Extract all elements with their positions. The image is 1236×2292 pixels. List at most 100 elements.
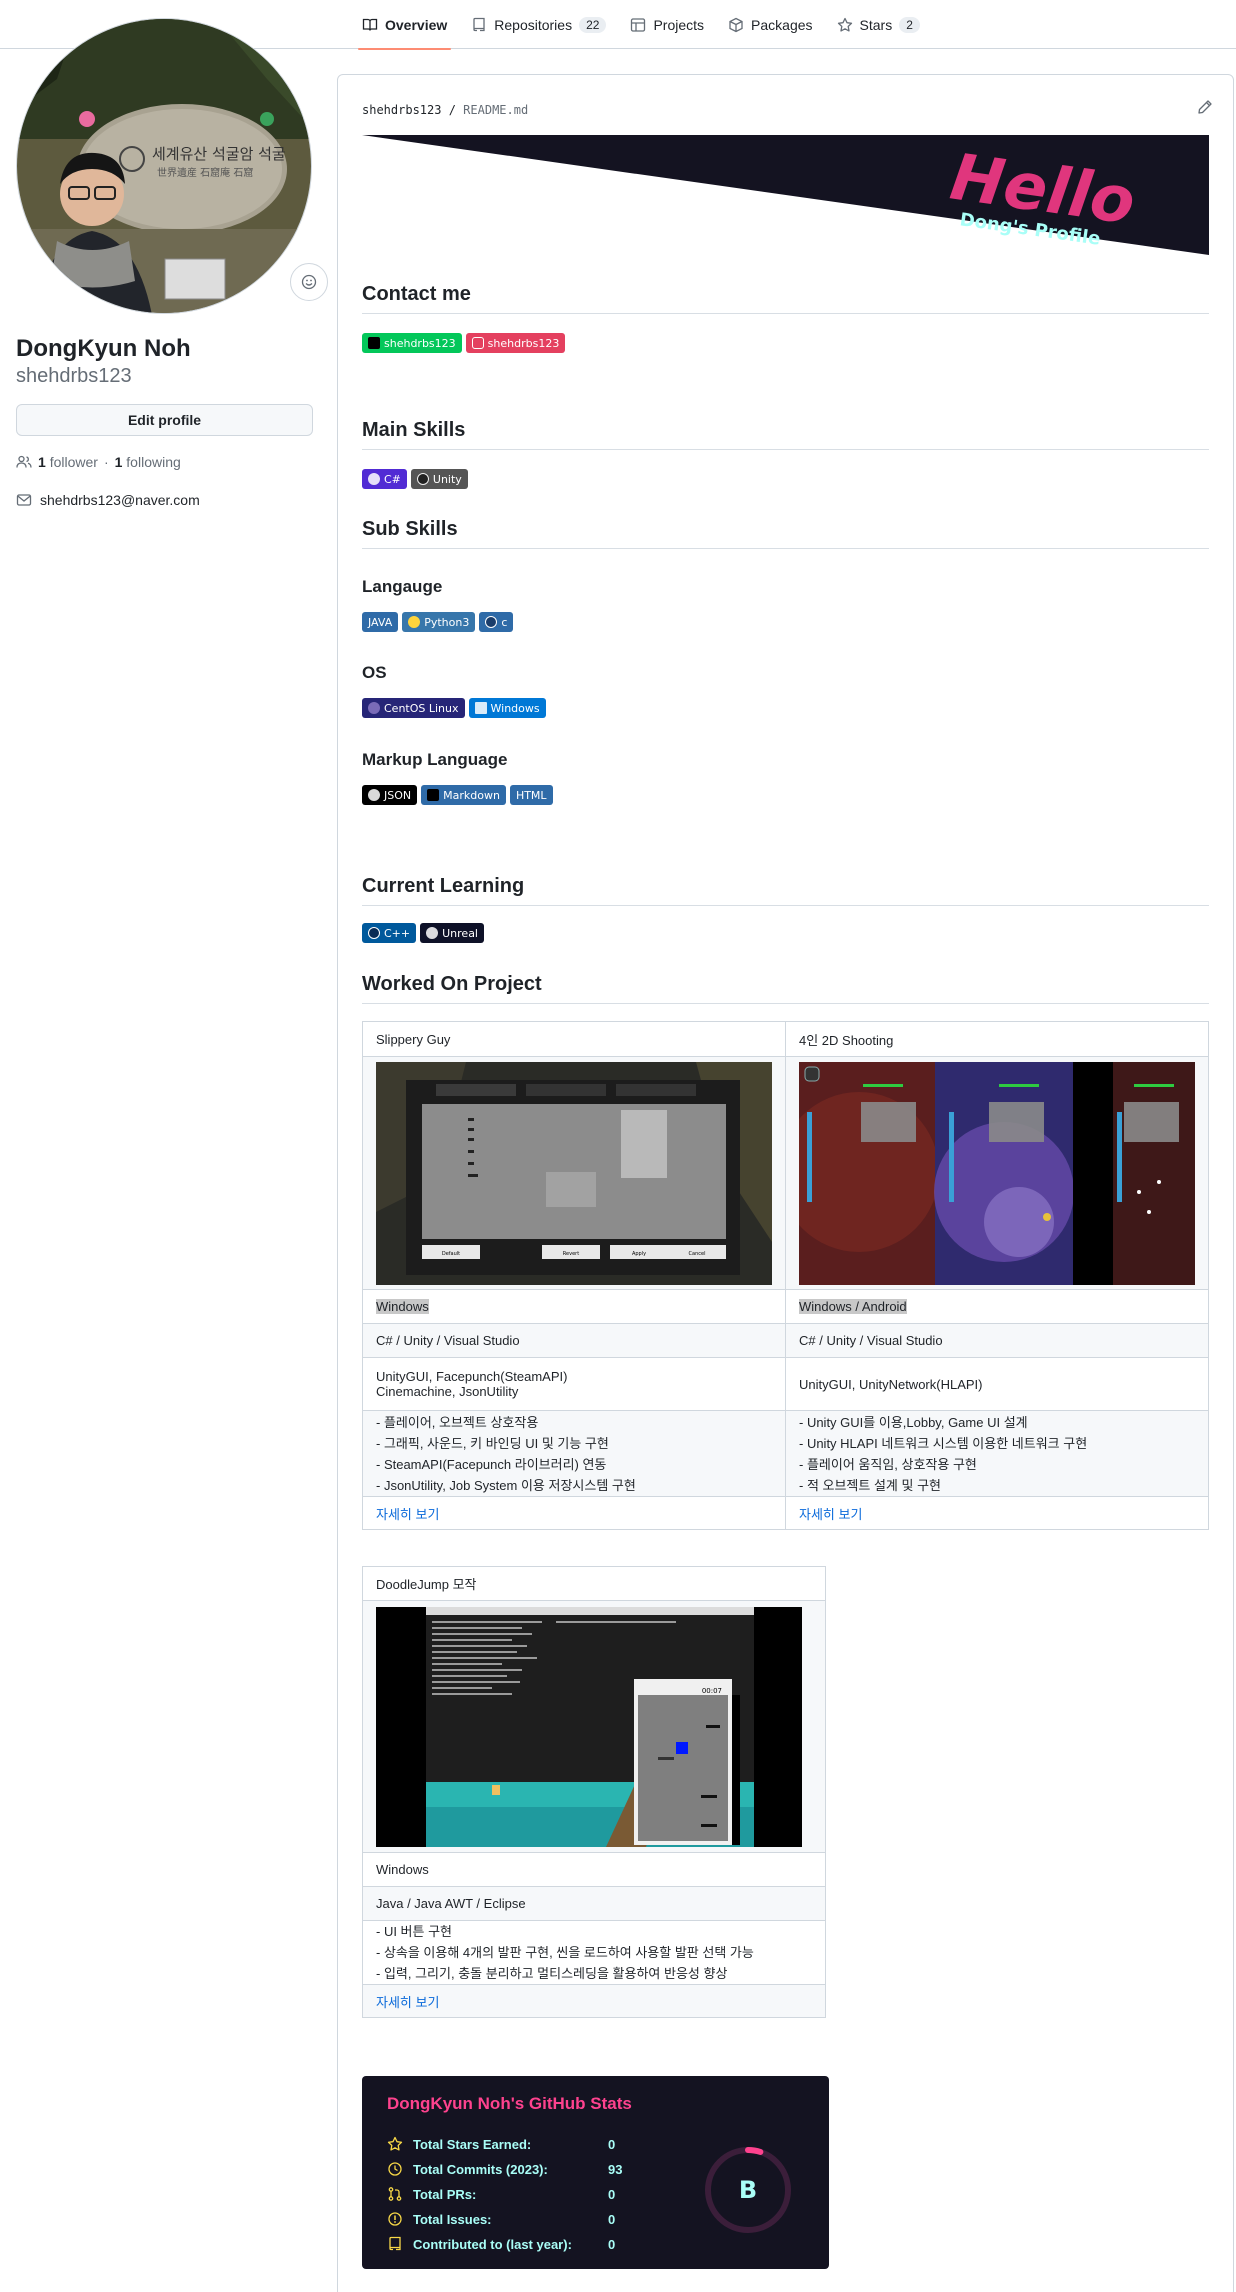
stat-row-prs: Total PRs: 0 [387, 2186, 615, 2202]
tab-overview[interactable]: Overview [350, 0, 459, 50]
badge-label: Python3 [424, 615, 470, 629]
table-row: Windows [362, 1852, 826, 1887]
shooting-game-screenshot[interactable] [799, 1061, 1195, 1285]
set-status-button[interactable] [290, 263, 328, 301]
main-skill-badges: C# Unity [362, 469, 468, 489]
feature-line: - JsonUtility, Job System 이용 저장시스템 구현 [376, 1477, 636, 1493]
stat-value: 0 [608, 2236, 616, 2252]
project-libs: UnityGUI, Facepunch(SteamAPI) Cinemachin… [362, 1357, 786, 1411]
following-count: 1 [114, 454, 123, 470]
stat-label: Total Stars Earned: [413, 2136, 532, 2152]
slippery-guy-screenshot[interactable]: Default Revert Apply Cancel [376, 1061, 772, 1285]
project-screenshot-cell: 00:07 [362, 1600, 826, 1853]
stat-row-commits: Total Commits (2023): 93 [387, 2161, 622, 2177]
table-row: UnityGUI, Facepunch(SteamAPI) Cinemachin… [362, 1357, 1209, 1411]
feature-line: - SteamAPI(Facepunch 라이브러리) 연동 [376, 1456, 607, 1472]
badge-label: JAVA [368, 615, 393, 629]
project-libs: UnityGUI, UnityNetwork(HLAPI) [785, 1357, 1209, 1411]
project-title-cell: DoodleJump 모작 [362, 1566, 826, 1601]
badge-label: HTML [515, 788, 547, 802]
main-skills-heading: Main Skills [362, 419, 1209, 450]
badge-label: shehdrbs123 [487, 336, 560, 350]
email-link[interactable]: shehdrbs123@naver.com [40, 492, 200, 508]
project-platform: Windows [376, 1299, 429, 1314]
windows-icon [474, 702, 487, 714]
stat-row-contributed: Contributed to (last year): 0 [387, 2236, 615, 2252]
markup-heading: Markup Language [362, 750, 508, 769]
table-row: C# / Unity / Visual Studio C# / Unity / … [362, 1323, 1209, 1358]
project-screenshot-cell: Default Revert Apply Cancel [362, 1056, 786, 1290]
avatar-sign-line-2: 世界遺産 石窟庵 石窟 [157, 166, 253, 179]
projects-heading: Worked On Project [362, 973, 1209, 1004]
language-heading: Langauge [362, 577, 443, 596]
table-row: 자세히 보기 [362, 1984, 826, 2018]
feature-line: - 상속을 이용해 4개의 발판 구현, 씬을 로드하여 사용할 발판 선택 가… [376, 1945, 754, 1960]
mail-icon [16, 494, 32, 506]
naver-badge[interactable]: shehdrbs123 [362, 333, 462, 353]
project-features: - 플레이어, 오브젝트 상호작용 - 그래픽, 사운드, 키 바인딩 UI 및… [362, 1410, 786, 1497]
star-icon [387, 2136, 403, 2151]
book-icon [362, 18, 378, 31]
avatar[interactable]: 세계유산 석굴암 석굴 世界遺産 石窟庵 石窟 [16, 18, 312, 314]
os-heading: OS [362, 663, 387, 682]
screenshot-cancel-button: Cancel [689, 1251, 706, 1257]
feature-line: - 입력, 그리기, 충돌 분리하고 멀티스레딩을 활용하여 반응성 향상 [376, 1966, 728, 1981]
table-row: - 플레이어, 오브젝트 상호작용 - 그래픽, 사운드, 키 바인딩 UI 및… [362, 1410, 1209, 1497]
profile-email: shehdrbs123@naver.com [16, 492, 313, 508]
edit-profile-button[interactable]: Edit profile [16, 404, 313, 436]
profile-sidebar: 세계유산 석굴암 석굴 世界遺産 石窟庵 石窟 DongKyun Noh she… [16, 18, 328, 508]
following-link[interactable]: 1 following [115, 454, 181, 470]
table-row: Slippery Guy 4인 2D Shooting [362, 1021, 1209, 1057]
stat-value: 0 [608, 2186, 616, 2202]
python-icon [408, 616, 421, 628]
instagram-badge[interactable]: shehdrbs123 [465, 333, 566, 353]
tab-packages[interactable]: Packages [716, 0, 824, 49]
feature-line: - 적 오브젝트 설계 및 구현 [799, 1477, 941, 1493]
project-stack: C# / Unity / Visual Studio [362, 1323, 786, 1358]
json-icon [368, 789, 380, 801]
doodle-timer: 00:07 [702, 1687, 722, 1695]
badge-label: JSON [384, 788, 412, 802]
centos-badge: CentOS Linux [362, 698, 465, 718]
markdown-icon [427, 789, 440, 801]
table-row: Default Revert Apply Cancel [362, 1056, 1209, 1290]
readme-path: shehdrbs123 / README.md [362, 103, 528, 117]
stat-value: 0 [608, 2211, 616, 2227]
tab-label: Packages [751, 16, 813, 33]
github-stats-card: DongKyun Noh's GitHub Stats Total Stars … [362, 2076, 829, 2269]
lib-line: UnityGUI, Facepunch(SteamAPI) [376, 1369, 568, 1384]
sub-skills-heading: Sub Skills [362, 518, 1209, 549]
project-more-link[interactable]: 자세히 보기 [799, 1507, 862, 1522]
screenshot-apply-button: Apply [632, 1251, 646, 1257]
hello-banner: Hello Dong's Profile [362, 135, 1209, 255]
repo-icon [473, 17, 485, 31]
project-more-link[interactable]: 자세히 보기 [376, 1995, 439, 2010]
tab-repositories[interactable]: Repositories 22 [459, 0, 618, 49]
tab-stars[interactable]: Stars 2 [825, 0, 932, 49]
project-more-link[interactable]: 자세히 보기 [376, 1507, 439, 1522]
stars-count-badge: 2 [899, 16, 920, 33]
cpp-badge: C++ [362, 923, 417, 943]
doodlejump-screenshot[interactable]: 00:07 [376, 1606, 802, 1847]
contact-heading: Contact me [362, 283, 1209, 314]
feature-line: - UI 버튼 구현 [376, 1924, 453, 1939]
badge-label: Windows [490, 701, 540, 715]
feature-line: - Unity GUI를 이용,Lobby, Game UI 설계 [799, 1414, 1028, 1430]
screenshot-default-button: Default [442, 1251, 460, 1257]
edit-readme-button[interactable] [1197, 99, 1213, 118]
contact-badges: shehdrbs123 shehdrbs123 [362, 333, 566, 353]
table-row: DoodleJump 모작 [362, 1566, 826, 1601]
followers-link[interactable]: 1 follower [38, 454, 98, 470]
project-stack: Java / Java AWT / Eclipse [362, 1886, 826, 1921]
issue-icon [388, 2212, 402, 2226]
badge-label: c [501, 615, 508, 629]
readme-path-user[interactable]: shehdrbs123 [362, 103, 441, 117]
tab-projects[interactable]: Projects [618, 0, 716, 49]
history-icon [388, 2162, 402, 2176]
tab-label: Repositories [494, 16, 573, 33]
star-icon [837, 17, 852, 32]
c-badge: c [479, 612, 514, 632]
csharp-badge: C# [362, 469, 407, 489]
unity-icon [416, 473, 429, 485]
profile-fullname: DongKyun Noh [16, 335, 191, 362]
